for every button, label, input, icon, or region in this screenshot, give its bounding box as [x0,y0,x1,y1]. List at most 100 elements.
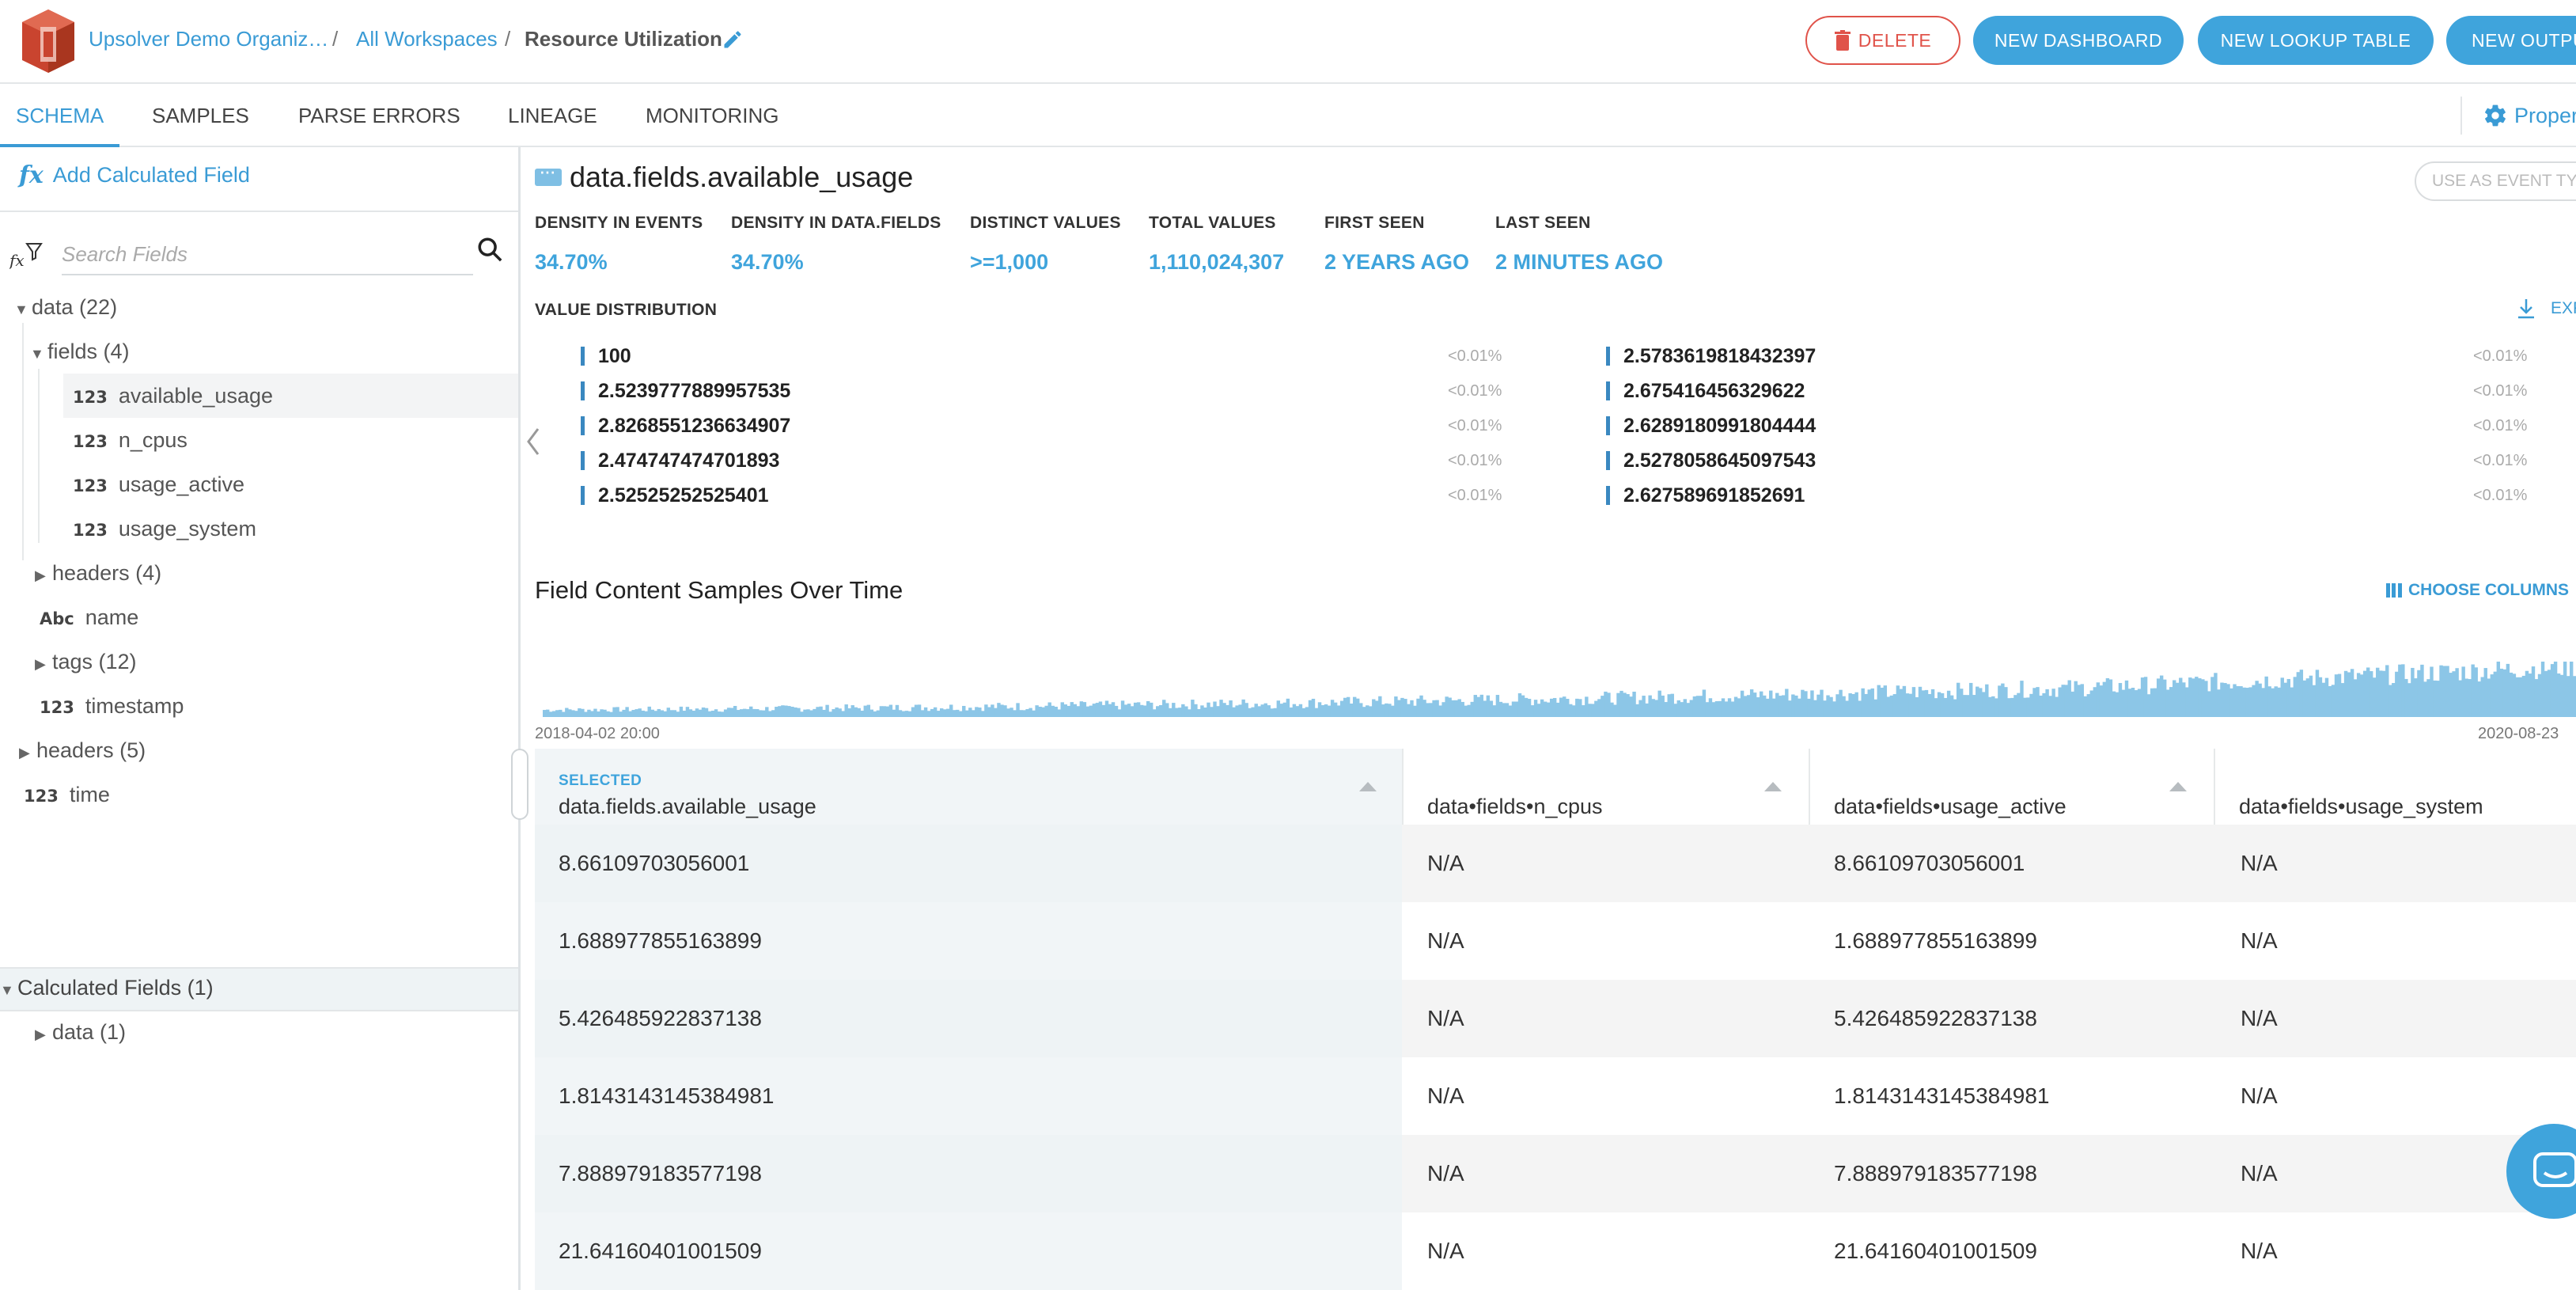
table-row[interactable]: 5.426485922837138 N/A 5.426485922837138 N/A [535,980,2576,1057]
tab-schema[interactable]: SCHEMA [0,84,120,147]
histogram-bar [959,711,963,717]
histogram-bar [1746,695,1751,717]
function-filter-icon[interactable]: fx [9,241,49,272]
tree-field-label: n_cpus [118,428,188,452]
tree-node-fields[interactable]: ▼ fields (4) [30,329,130,374]
use-as-event-type-button[interactable]: USE AS EVENT TYPE [2415,161,2576,201]
tree-field-timestamp[interactable]: 123 timestamp [40,684,184,728]
tree-field-time[interactable]: 123 time [24,772,110,817]
tab-monitoring[interactable]: MONITORING [646,84,779,147]
column-header-usage-active[interactable]: data•fields•usage_active [1810,749,2214,825]
tab-samples[interactable]: SAMPLES [152,84,249,147]
tree-node-calc-data[interactable]: ▶ data (1) [35,1010,126,1054]
column-header-available-usage[interactable]: SELECTED data.fields.available_usage [535,749,1402,825]
delete-button[interactable]: DELETE [1805,16,1960,65]
histogram-bar [2165,689,2170,717]
new-lookup-table-button[interactable]: NEW LOOKUP TABLE [2198,16,2434,65]
table-row[interactable]: 21.64160401001509 N/A 21.64160401001509 N/A [535,1212,2576,1290]
upsolver-logo[interactable] [19,8,78,74]
number-type-icon: 123 [73,388,108,407]
histogram-bar [953,710,957,717]
search-icon[interactable] [476,236,503,263]
histogram-bar [1892,694,1897,717]
field-title-text: data.fields.available_usage [570,161,914,193]
sort-up-icon[interactable] [1764,782,1782,791]
chevron-left-icon[interactable] [525,427,541,456]
column-header-usage-system[interactable]: data•fields•usage_system [2215,749,2576,825]
edit-pencil-icon[interactable] [722,28,744,51]
tree-field-usage-system[interactable]: 123 usage_system [73,507,256,551]
histogram-bar [816,707,820,717]
caret-right-icon[interactable]: ▶ [35,1012,52,1057]
column-header-n-cpus[interactable]: data•fields•n_cpus [1404,749,1809,825]
histogram-bar [1429,703,1433,717]
histogram-bar [2004,687,2008,717]
sort-up-icon[interactable] [1359,782,1377,791]
histogram-bar [720,711,725,717]
properties-button[interactable]: Properties [2483,84,2576,147]
table-cell: 7.888979183577198 [1834,1161,2037,1186]
tab-parse-errors[interactable]: PARSE ERRORS [298,84,460,147]
sort-up-icon[interactable] [2169,782,2187,791]
histogram-bar [1127,704,1131,717]
tab-lineage[interactable]: LINEAGE [508,84,597,147]
breadcrumb-separator: / [505,27,511,51]
search-fields-input[interactable] [62,234,473,275]
tree-node-headers-outer[interactable]: ▶ headers (5) [19,728,146,772]
tree-node-headers-inner[interactable]: ▶ headers (4) [35,551,161,595]
tree-field-n-cpus[interactable]: 123 n_cpus [73,418,188,462]
tree-node-data[interactable]: ▼ data (22) [14,285,117,329]
histogram-bar [584,711,588,717]
table-cell: 1.8143143145384981 [559,1083,775,1108]
histogram-bar [2140,677,2145,717]
histogram-bar [1369,706,1373,717]
histogram-bar [635,709,638,717]
caret-right-icon[interactable]: ▶ [35,642,52,686]
table-row[interactable]: 1.8143143145384981 N/A 1.8143143145384981 N… [535,1057,2576,1135]
histogram-bar [1886,696,1891,717]
tree-node-calculated-fields[interactable]: ▼ Calculated Fields (1) [0,966,214,1010]
histogram-bar [2385,665,2389,717]
histogram-bar [1047,702,1051,717]
histogram-bar [578,708,581,717]
add-calculated-field-button[interactable]: fx Add Calculated Field [19,161,250,189]
export-button[interactable]: EXPORT [2516,298,2576,320]
tree-field-available-usage[interactable]: 123 available_usage [63,374,518,418]
stat-label-total-values: TOTAL VALUES [1149,214,1276,232]
histogram-bar [2296,672,2301,717]
timeline-end-label: 2020-08-23 [2478,725,2559,742]
histogram-bar [571,710,575,717]
new-dashboard-button[interactable]: NEW DASHBOARD [1973,16,2184,65]
histogram-bar [2080,684,2084,717]
gear-icon [2485,104,2506,127]
histogram-bar [2204,681,2208,717]
histogram-bar [1588,704,1592,717]
histogram-bar [2146,694,2151,717]
breadcrumb-organization[interactable]: Upsolver Demo Organiz… [89,27,328,51]
histogram-bar [2239,686,2243,717]
caret-right-icon[interactable]: ▶ [19,730,36,775]
caret-right-icon[interactable]: ▶ [35,553,52,598]
histogram-bar [1495,695,1500,717]
histogram-bar [2220,682,2224,717]
histogram-bar [2159,675,2164,717]
histogram-bar [850,705,854,717]
samples-histogram[interactable] [543,658,2576,717]
caret-down-icon[interactable]: ▼ [0,968,17,1012]
histogram-bar [1594,700,1598,717]
breadcrumb-all-workspaces[interactable]: All Workspaces [356,27,498,51]
histogram-bar [2347,672,2351,717]
tree-field-name[interactable]: Abc name [40,595,138,639]
histogram-bar [1798,698,1801,717]
resize-handle[interactable] [511,749,528,820]
new-output-button[interactable]: NEW OUTPUT [2446,16,2576,65]
table-row[interactable]: 8.66109703056001 N/A 8.66109703056001 N/A [535,825,2576,902]
add-calculated-field-label: Add Calculated Field [52,163,250,187]
tree-node-tags[interactable]: ▶ tags (12) [35,639,137,684]
tree-field-usage-active[interactable]: 123 usage_active [73,462,244,507]
choose-columns-button[interactable]: CHOOSE COLUMNS [2386,581,2569,600]
table-row[interactable]: 7.888979183577198 N/A 7.888979183577198 N/A [535,1135,2576,1212]
histogram-bar [1222,703,1226,717]
histogram-bar [2302,680,2307,717]
table-row[interactable]: 1.688977855163899 N/A 1.688977855163899 N/A [535,902,2576,980]
